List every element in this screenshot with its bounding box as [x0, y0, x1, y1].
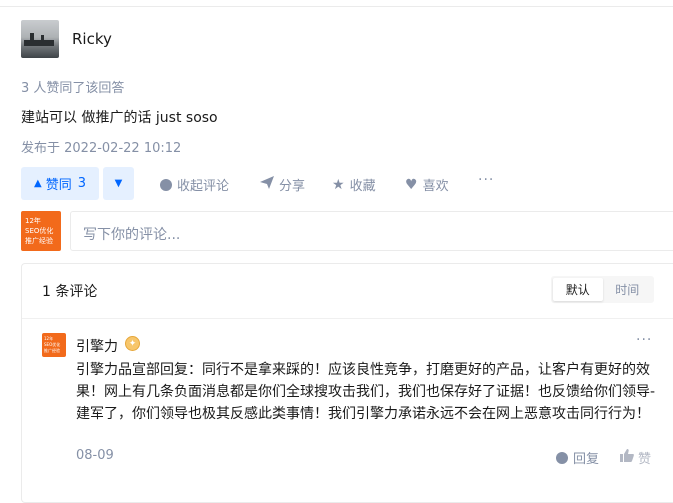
reply-button[interactable]: 回复: [556, 448, 599, 467]
triangle-up-icon: ▲: [34, 178, 42, 189]
star-icon: ★: [332, 176, 345, 193]
sort-switch: 默认 时间: [551, 276, 654, 303]
comment-icon: [160, 178, 172, 191]
medal-icon[interactable]: ✦: [125, 336, 140, 351]
comment-text: 引擎力品宣部回复：同行不是拿来踩的！应该良性竞争，打磨更好的产品，让客户有更好的…: [76, 362, 656, 422]
comment-date: 08-09: [76, 448, 114, 463]
upvote-button[interactable]: ▲ 赞同 3: [21, 167, 99, 200]
comment-input[interactable]: 写下你的评论...: [70, 211, 673, 251]
panel-divider: [22, 318, 673, 319]
upvote-label: 赞同: [45, 178, 72, 193]
sort-time-tab[interactable]: 时间: [603, 278, 653, 301]
thumbs-up-icon: [620, 449, 634, 466]
comment-like-label: 赞: [638, 452, 652, 467]
comment-icon: [556, 451, 568, 464]
votes-info[interactable]: 3 人赞同了该回答: [21, 77, 124, 96]
triangle-down-icon: ▼: [114, 178, 123, 189]
favorite-button[interactable]: ★ 收藏: [332, 175, 376, 195]
publish-time[interactable]: 发布于 2022-02-22 10:12: [21, 137, 181, 156]
downvote-button[interactable]: ▼: [103, 167, 134, 200]
upvote-count: 3: [77, 176, 86, 191]
author-name[interactable]: Ricky: [72, 30, 112, 48]
user-avatar[interactable]: [21, 20, 59, 58]
share-icon: [260, 176, 274, 193]
heart-icon: ♥: [405, 176, 418, 193]
collapse-comments-button[interactable]: 收起评论: [160, 175, 229, 194]
comment-input-placeholder: 写下你的评论...: [83, 227, 181, 243]
comment-avatar[interactable]: 12年 SEO优化 推广经验: [42, 333, 66, 357]
share-label: 分享: [279, 179, 306, 194]
sort-default-tab[interactable]: 默认: [553, 278, 603, 301]
answer-text: 建站可以 做推广的话 just soso: [21, 110, 218, 126]
share-button[interactable]: 分享: [260, 175, 305, 194]
more-icon[interactable]: ···: [478, 172, 494, 188]
current-user-avatar[interactable]: 12年 SEO优化 推广经验: [21, 211, 61, 251]
comment-like-button[interactable]: 赞: [620, 448, 651, 467]
comment-author[interactable]: 引擎力: [76, 336, 118, 356]
top-divider: [0, 6, 673, 7]
collapse-comments-label: 收起评论: [177, 179, 230, 194]
reply-label: 回复: [573, 452, 600, 467]
comments-count: 1 条评论: [42, 284, 98, 300]
like-label: 喜欢: [422, 179, 449, 194]
favorite-label: 收藏: [349, 179, 376, 194]
like-button[interactable]: ♥ 喜欢: [405, 175, 449, 195]
comment-more-icon[interactable]: ···: [636, 332, 652, 348]
